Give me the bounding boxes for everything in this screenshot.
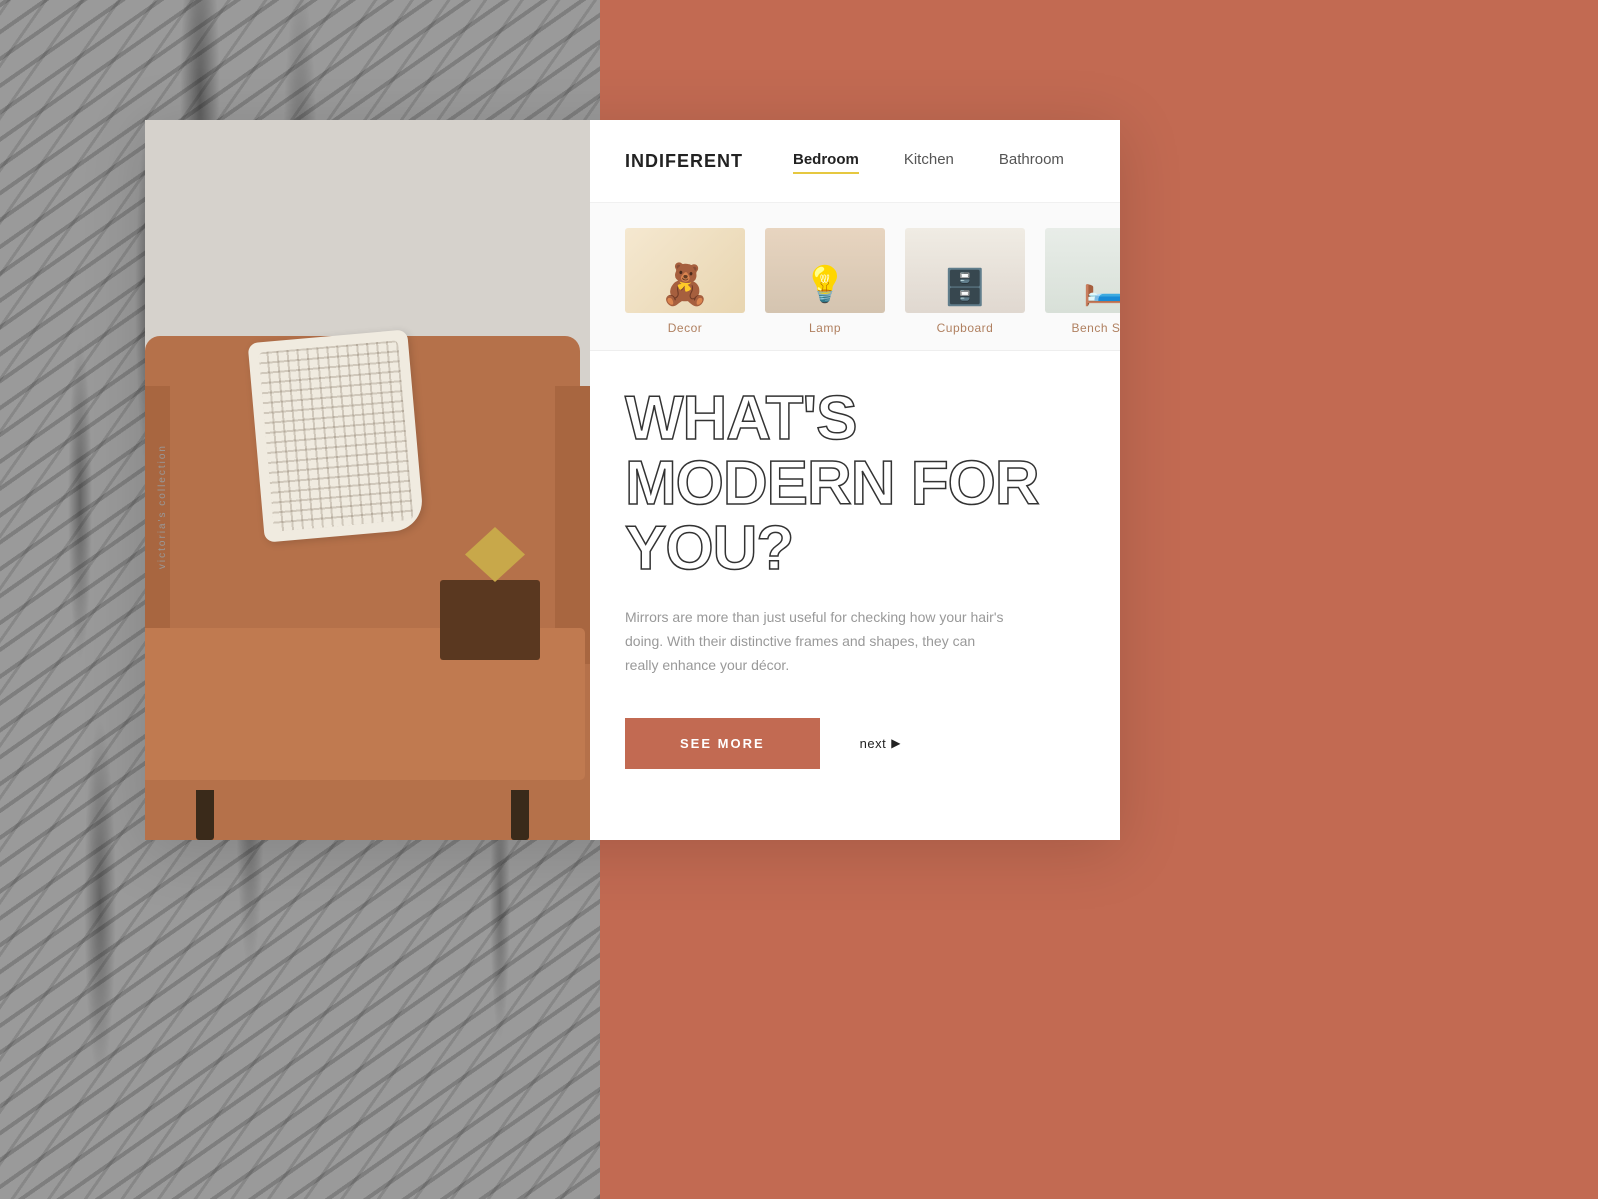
main-nav: Bedroom Kitchen Bathroom — [793, 151, 1120, 172]
thumb-item-lamp[interactable]: Lamp — [765, 228, 885, 335]
headline-line3: YOU? — [625, 514, 793, 583]
thumb-img-bench — [1045, 228, 1120, 313]
next-label: next — [860, 736, 887, 751]
side-table — [440, 580, 540, 660]
thumb-item-bench-seat[interactable]: Bench Seat — [1045, 228, 1120, 335]
sofa-arm-right — [555, 386, 590, 663]
thumb-item-cupboard[interactable]: Cupboard — [905, 228, 1025, 335]
thumbnails-section: Decor Lamp Cupboard Bench Seat — [590, 203, 1120, 351]
thumbnails-row: Decor Lamp Cupboard Bench Seat — [625, 228, 1120, 335]
thumb-label-bench: Bench Seat — [1071, 321, 1120, 335]
thumb-item-decor[interactable]: Decor — [625, 228, 745, 335]
nav-item-bathroom[interactable]: Bathroom — [999, 151, 1064, 172]
nav-item-kitchen[interactable]: Kitchen — [904, 151, 954, 172]
actions-row: SEE MORE next ▶ — [625, 718, 1120, 769]
thumb-img-lamp — [765, 228, 885, 313]
sofa-leg — [196, 790, 214, 840]
headline-line1: WHAT'S — [625, 384, 856, 453]
nav-item-bedroom[interactable]: Bedroom — [793, 151, 859, 172]
header: INDIFERENT Bedroom Kitchen Bathroom 2 — [590, 120, 1120, 203]
main-content: WHAT'S MODERN FOR YOU? Mirrors are more … — [590, 351, 1120, 840]
blanket — [248, 329, 425, 542]
headline-line2: MODERN FOR — [625, 449, 1039, 518]
next-arrow-icon: ▶ — [891, 736, 901, 750]
next-link[interactable]: next ▶ — [860, 736, 901, 751]
sofa-leg — [511, 790, 529, 840]
collection-label: victoria's collection — [157, 444, 168, 569]
thumb-label-lamp: Lamp — [809, 321, 841, 335]
card-content: INDIFERENT Bedroom Kitchen Bathroom 2 — [590, 120, 1120, 840]
brand-name: INDIFERENT — [625, 151, 743, 172]
hero-image-panel: victoria's collection — [145, 120, 590, 840]
see-more-button[interactable]: SEE MORE — [625, 718, 820, 769]
main-card: victoria's collection INDIFERENT Bedroom… — [145, 120, 1120, 840]
hero-headline: WHAT'S MODERN FOR YOU? — [625, 386, 1120, 581]
thumb-img-cupboard — [905, 228, 1025, 313]
thumb-label-decor: Decor — [668, 321, 703, 335]
sofa-legs — [196, 790, 529, 840]
thumb-label-cupboard: Cupboard — [937, 321, 994, 335]
thumb-img-decor — [625, 228, 745, 313]
hero-description: Mirrors are more than just useful for ch… — [625, 606, 1005, 677]
